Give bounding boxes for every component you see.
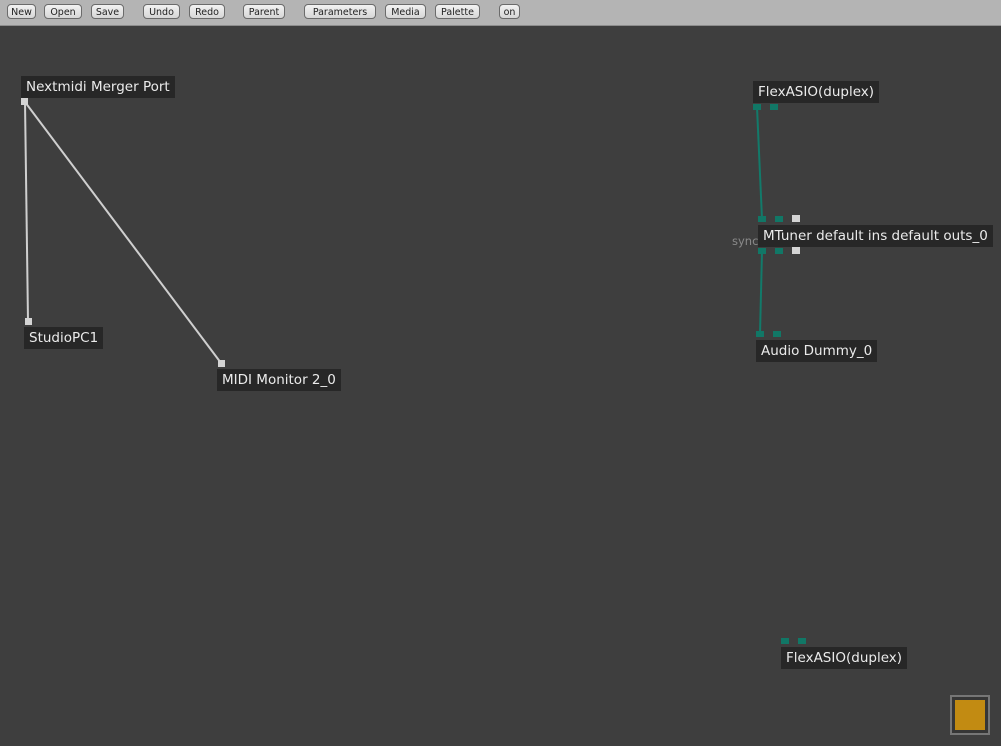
mtuner-audio-out-port-2[interactable] xyxy=(775,248,783,254)
parameters-button[interactable]: Parameters xyxy=(304,4,376,19)
flexasio-top-audio-out-port-1[interactable] xyxy=(753,104,761,110)
midi-monitor-midi-in-port[interactable] xyxy=(218,360,225,367)
corner-color-widget[interactable] xyxy=(950,695,990,735)
node-mtuner[interactable]: MTuner default ins default outs_0 xyxy=(758,225,993,247)
studiopc-midi-in-port[interactable] xyxy=(25,318,32,325)
node-flexasio-duplex-top[interactable]: FlexASIO(duplex) xyxy=(753,81,880,103)
mtuner-midi-in-port[interactable] xyxy=(792,215,800,222)
node-audio-dummy[interactable]: Audio Dummy_0 xyxy=(756,340,878,362)
redo-button[interactable]: Redo xyxy=(189,4,225,19)
media-button[interactable]: Media xyxy=(385,4,426,19)
flexasio-bottom-audio-in-port-2[interactable] xyxy=(798,638,806,644)
nextmidi-midi-out-port[interactable] xyxy=(21,98,28,105)
mtuner-audio-in-port-2[interactable] xyxy=(775,216,783,222)
color-swatch xyxy=(955,700,985,730)
palette-button[interactable]: Palette xyxy=(435,4,480,19)
node-nextmidi-merger-port[interactable]: Nextmidi Merger Port xyxy=(21,76,175,98)
save-button[interactable]: Save xyxy=(91,4,124,19)
on-toggle-button[interactable]: on xyxy=(499,4,520,19)
sync-label: sync xyxy=(732,234,759,248)
node-flexasio-duplex-bottom[interactable]: FlexASIO(duplex) xyxy=(781,647,908,669)
toolbar: New Open Save Undo Redo Parent Parameter… xyxy=(0,0,1001,26)
patch-canvas[interactable] xyxy=(0,26,1001,746)
mtuner-audio-in-port-1[interactable] xyxy=(758,216,766,222)
flexasio-top-audio-out-port-2[interactable] xyxy=(770,104,778,110)
mtuner-midi-out-port[interactable] xyxy=(792,247,800,254)
audio-dummy-audio-in-port-1[interactable] xyxy=(756,331,764,337)
node-midi-monitor[interactable]: MIDI Monitor 2_0 xyxy=(217,369,341,391)
node-studiopc1[interactable]: StudioPC1 xyxy=(24,327,104,349)
flexasio-bottom-audio-in-port-1[interactable] xyxy=(781,638,789,644)
undo-button[interactable]: Undo xyxy=(143,4,180,19)
parent-button[interactable]: Parent xyxy=(243,4,285,19)
open-button[interactable]: Open xyxy=(44,4,82,19)
mtuner-audio-out-port-1[interactable] xyxy=(758,248,766,254)
audio-dummy-audio-in-port-2[interactable] xyxy=(773,331,781,337)
new-button[interactable]: New xyxy=(7,4,36,19)
